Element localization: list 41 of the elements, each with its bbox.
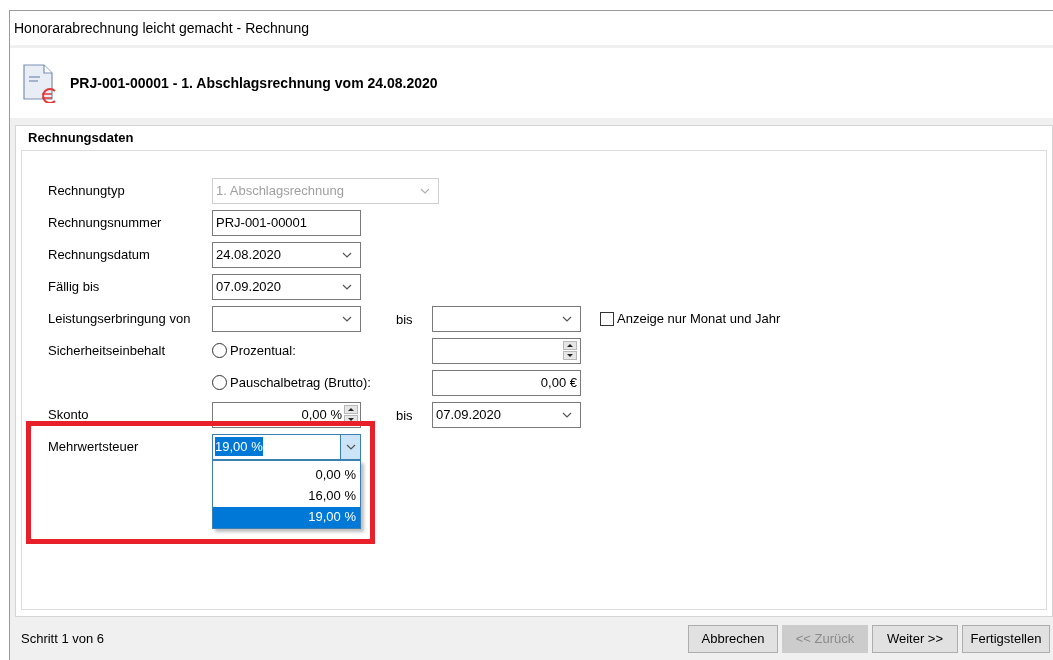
wizard-button[interactable]: Fertigstellen [962,624,1050,653]
amount-field[interactable]: 0,00 € [432,369,581,396]
field-label: Rechnungsnummer [48,213,163,232]
group-title: Rechnungsdaten [28,129,134,147]
chevron-icon [420,187,430,194]
wizard-button[interactable]: Abbrechen [688,624,778,653]
dropdown-field[interactable]: 19,00 % [212,433,361,460]
dropdown-option[interactable]: 19,00 % [213,506,360,528]
chevron-icon [342,315,352,322]
dropdown-field[interactable]: 07.09.2020 [432,401,581,428]
field-label: Rechnungtyp [48,181,126,200]
checkbox[interactable]: Anzeige nur Monat und Jahr [600,308,781,329]
dropdown-field[interactable]: 24.08.2020 [212,241,361,268]
radio-button[interactable]: Prozentual: [212,340,296,361]
field-label: Rechnungsdatum [48,245,151,264]
field-label: Mehrwertsteuer [48,437,140,456]
chevron-icon [562,411,572,418]
field-label: Leistungserbringung von [48,309,192,328]
chevron-icon [342,283,352,290]
dropdown-option[interactable]: 0,00 % [213,464,360,486]
dropdown-field[interactable] [212,305,361,332]
step-indicator: Schritt 1 von 6 [21,629,105,648]
field-label: Sicherheitseinbehalt [48,341,167,360]
dropdown-field[interactable]: 07.09.2020 [212,273,361,300]
field-label: bis [396,407,413,423]
chevron-icon [342,251,352,258]
spin-buttons[interactable] [563,341,577,360]
chevron-icon [345,443,356,450]
field-label: Fällig bis [48,277,101,296]
text-field[interactable]: PRJ-001-00001 [212,209,361,236]
invoice-heading: PRJ-001-00001 - 1. Abschlagsrechnung vom 24.08.2020 [70,73,438,93]
field-label: Skonto [48,405,90,424]
chevron-icon [562,315,572,322]
radio-button[interactable]: Pauschalbetrag (Brutto): [212,372,371,393]
dropdown-option[interactable]: 16,00 % [213,485,360,507]
wizard-button[interactable]: Weiter >> [872,624,958,653]
dropdown-field[interactable] [432,305,581,332]
spin-buttons[interactable] [344,405,358,424]
field-label: bis [396,311,413,327]
spin-field[interactable] [432,337,581,364]
window-title: Honorarabrechnung leicht gemacht - Rechnung [14,18,309,38]
